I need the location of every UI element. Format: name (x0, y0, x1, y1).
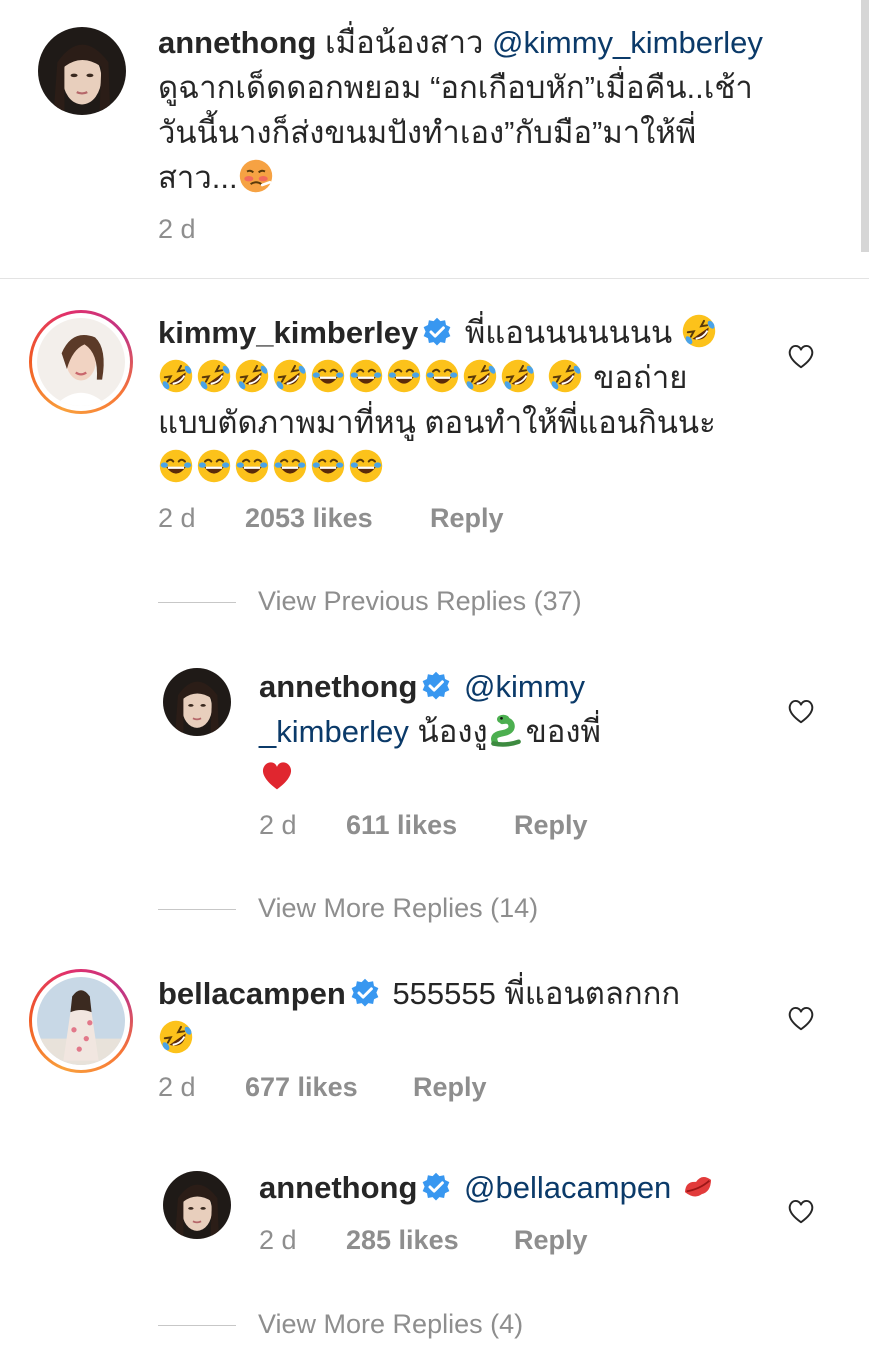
avatar[interactable] (38, 27, 126, 115)
tears-of-joy-emoji (386, 358, 422, 394)
verified-badge-icon (421, 1172, 451, 1202)
timestamp: 2 d (158, 1072, 196, 1102)
woozy-face-emoji (238, 158, 274, 194)
timestamp: 2 d (158, 214, 196, 244)
view-replies-label: View More Replies (14) (258, 893, 539, 923)
likes-count[interactable]: 2053 likes (245, 503, 430, 534)
username[interactable]: kimmy_kimberley (158, 315, 418, 350)
caption-text: วันนี้นางก็ส่งขนมปังทำเอง”กับมือ”มาให้พี… (158, 115, 697, 150)
heart-outline-icon[interactable] (786, 1197, 816, 1225)
reply-meta: 2 d 285 likes Reply (259, 1225, 588, 1256)
reply-text: ของพี่ (525, 714, 601, 749)
story-ring[interactable] (29, 310, 133, 414)
divider (158, 602, 236, 604)
verified-badge-icon (350, 978, 380, 1008)
timestamp: 2 d (259, 810, 297, 840)
comment-meta: 2 d 2053 likes Reply (158, 503, 504, 534)
rolling-laughing-emoji (500, 358, 536, 394)
verified-badge-icon (422, 317, 452, 347)
timestamp: 2 d (259, 1225, 297, 1255)
divider (158, 909, 236, 911)
likes-count[interactable]: 285 likes (346, 1225, 514, 1256)
likes-count[interactable]: 611 likes (346, 810, 514, 841)
rolling-laughing-emoji (234, 358, 270, 394)
username[interactable]: annethong (259, 1170, 417, 1205)
tears-of-joy-emoji (310, 358, 346, 394)
timestamp: 2 d (158, 503, 196, 533)
reply-meta: 2 d 611 likes Reply (259, 810, 588, 841)
view-more-replies[interactable]: View More Replies (14) (158, 893, 538, 924)
reply-button[interactable]: Reply (514, 1225, 588, 1256)
view-replies-label: View Previous Replies (37) (258, 586, 582, 616)
tears-of-joy-emoji (158, 448, 194, 484)
comment-text: แบบตัดภาพมาที่หนู ตอนทำให้พี่แอนกินนะ (158, 405, 716, 440)
comment-body: bellacampen 555555 พี่แอนตลกกก (158, 971, 758, 1061)
mention-link[interactable]: _kimberley (259, 714, 409, 749)
reply-button[interactable]: Reply (514, 810, 588, 841)
view-previous-replies[interactable]: View Previous Replies (37) (158, 586, 582, 617)
username[interactable]: annethong (259, 669, 417, 704)
rolling-laughing-emoji (196, 358, 232, 394)
reply-button[interactable]: Reply (430, 503, 504, 534)
tears-of-joy-emoji (234, 448, 270, 484)
heart-outline-icon[interactable] (786, 1004, 816, 1032)
post-caption: annethong เมื่อน้องสาว @kimmy_kimberley … (0, 0, 869, 279)
mention-link[interactable]: @kimmy (464, 669, 585, 704)
heart-outline-icon[interactable] (786, 697, 816, 725)
username[interactable]: bellacampen (158, 976, 346, 1011)
avatar[interactable] (163, 1171, 231, 1239)
view-replies-label: View More Replies (4) (258, 1309, 524, 1339)
reply-body: annethong @bellacampen (259, 1165, 779, 1210)
rolling-laughing-emoji (547, 358, 583, 394)
rolling-laughing-emoji (158, 1019, 194, 1055)
reply-body: annethong @kimmy _kimberley น้องงู ของพี่ (259, 664, 739, 799)
kiss-mark-emoji (680, 1168, 716, 1204)
tears-of-joy-emoji (310, 448, 346, 484)
rolling-laughing-emoji (681, 313, 717, 349)
heart-outline-icon[interactable] (786, 342, 816, 370)
comment-text: ขอถ่าย (593, 360, 688, 395)
comment-meta: 2 d 677 likes Reply (158, 1072, 487, 1103)
comment-body: kimmy_kimberley พี่แอนนนนนนน ขอถ่าย แบบต… (158, 310, 758, 490)
red-heart-emoji (259, 757, 295, 793)
view-more-replies[interactable]: View More Replies (4) (158, 1309, 523, 1340)
rolling-laughing-emoji (272, 358, 308, 394)
tears-of-joy-emoji (348, 448, 384, 484)
username[interactable]: annethong (158, 25, 316, 60)
tears-of-joy-emoji (272, 448, 308, 484)
tears-of-joy-emoji (196, 448, 232, 484)
divider (158, 1325, 236, 1327)
mention-link[interactable]: @bellacampen (464, 1170, 671, 1205)
avatar[interactable] (37, 318, 125, 406)
comment-text: 555555 พี่แอนตลกกก (392, 976, 681, 1011)
rolling-laughing-emoji (462, 358, 498, 394)
reply-button[interactable]: Reply (413, 1072, 487, 1103)
caption-text: ดูฉากเด็ดดอกพยอม “อกเกือบหัก”เมื่อคืน..เ… (158, 70, 753, 105)
comment-text: พี่แอนนนนนนน (464, 315, 673, 350)
tears-of-joy-emoji (424, 358, 460, 394)
snake-emoji (488, 712, 524, 748)
caption-meta: 2 d (158, 214, 196, 245)
tears-of-joy-emoji (348, 358, 384, 394)
verified-badge-icon (421, 671, 451, 701)
reply-text: น้องงู (417, 714, 488, 749)
avatar[interactable] (163, 668, 231, 736)
caption-text: เมื่อน้องสาว (325, 25, 484, 60)
caption-text: สาว... (158, 160, 238, 195)
caption-body: annethong เมื่อน้องสาว @kimmy_kimberley … (158, 20, 838, 200)
likes-count[interactable]: 677 likes (245, 1072, 413, 1103)
mention-link[interactable]: @kimmy_kimberley (492, 25, 763, 60)
rolling-laughing-emoji (158, 358, 194, 394)
avatar[interactable] (37, 977, 125, 1065)
story-ring[interactable] (29, 969, 133, 1073)
